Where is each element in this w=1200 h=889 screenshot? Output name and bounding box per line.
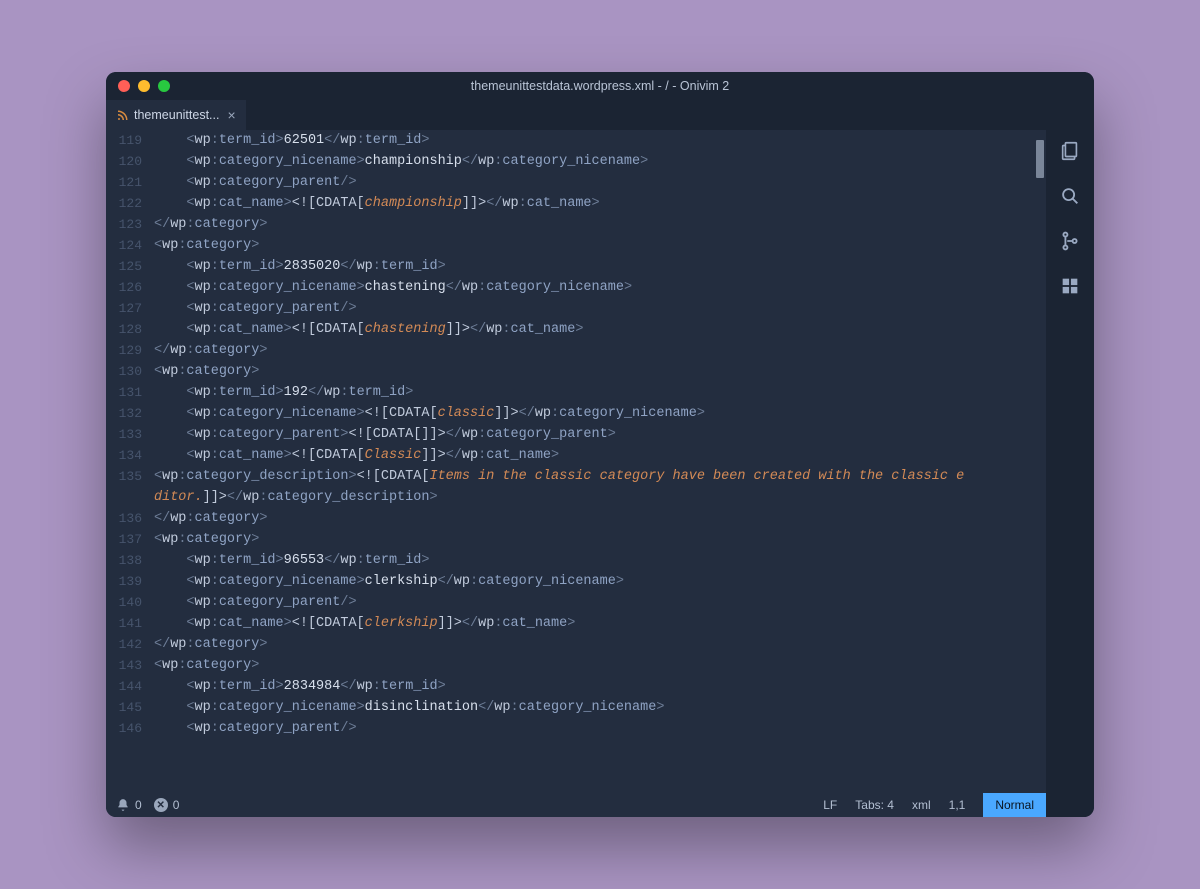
tab-active[interactable]: themeunittest... ×: [106, 100, 246, 130]
activity-bar: [1046, 130, 1094, 817]
vim-mode[interactable]: Normal: [983, 793, 1046, 817]
minimap[interactable]: [1032, 130, 1046, 793]
status-tabs[interactable]: Tabs: 4: [855, 798, 894, 812]
status-filetype[interactable]: xml: [912, 798, 931, 812]
titlebar[interactable]: themeunittestdata.wordpress.xml - / - On…: [106, 72, 1094, 100]
window-title: themeunittestdata.wordpress.xml - / - On…: [106, 79, 1094, 93]
minimize-icon[interactable]: [138, 80, 150, 92]
tab-bar: themeunittest... ×: [106, 100, 1094, 130]
xml-icon: [116, 109, 128, 121]
bell-icon: [116, 798, 130, 812]
editor[interactable]: 1191201211221231241251261271281291301311…: [106, 130, 1046, 793]
git-icon[interactable]: [1059, 230, 1081, 257]
line-number-gutter: 1191201211221231241251261271281291301311…: [106, 130, 148, 793]
notifications-button[interactable]: 0: [116, 798, 142, 812]
status-eol[interactable]: LF: [823, 798, 837, 812]
tab-label: themeunittest...: [134, 108, 219, 122]
minimap-thumb[interactable]: [1036, 140, 1044, 178]
errors-count: 0: [173, 798, 180, 812]
code-area[interactable]: <wp:term_id>62501</wp:term_id> <wp:categ…: [148, 130, 1032, 793]
traffic-lights: [118, 80, 170, 92]
close-tab-icon[interactable]: ×: [227, 107, 235, 123]
extensions-icon[interactable]: [1059, 275, 1081, 302]
app-window: themeunittestdata.wordpress.xml - / - On…: [106, 72, 1094, 817]
files-icon[interactable]: [1059, 140, 1081, 167]
status-bar: 0 ✕ 0 LF Tabs: 4 xml 1,1 Normal: [106, 793, 1046, 817]
status-position[interactable]: 1,1: [949, 798, 966, 812]
close-icon[interactable]: [118, 80, 130, 92]
maximize-icon[interactable]: [158, 80, 170, 92]
error-icon: ✕: [154, 798, 168, 812]
notifications-count: 0: [135, 798, 142, 812]
errors-button[interactable]: ✕ 0: [154, 798, 180, 812]
search-icon[interactable]: [1059, 185, 1081, 212]
